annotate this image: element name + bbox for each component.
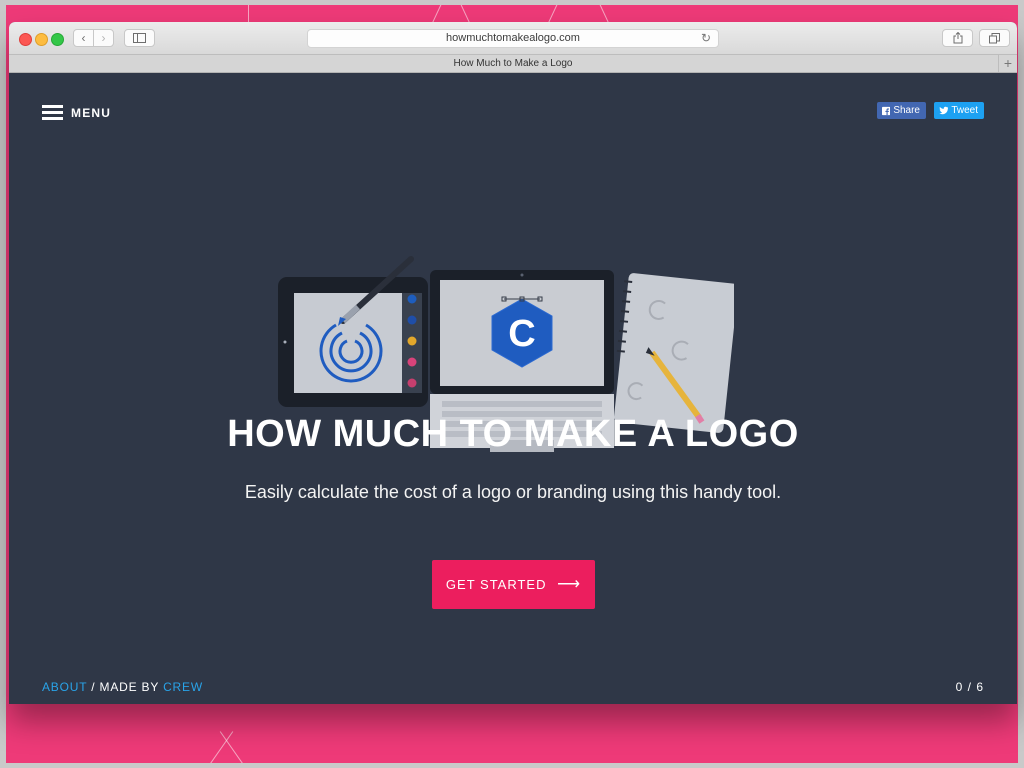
address-bar[interactable]: howmuchtomakealogo.com ↻	[307, 29, 719, 48]
share-icon	[953, 31, 962, 44]
logo-letter: C	[508, 313, 535, 355]
decorative-line	[595, 5, 610, 24]
url-text: howmuchtomakealogo.com	[446, 32, 580, 44]
menu-button[interactable]: MENU	[42, 104, 111, 122]
share-page-button[interactable]	[942, 29, 973, 47]
get-started-button[interactable]: GET STARTED ⟶	[432, 560, 595, 609]
chevron-right-icon: ›	[101, 31, 106, 45]
arrow-right-icon: ⟶	[557, 576, 582, 593]
browser-toolbar: ‹ › howmuchtomakealogo.com ↻	[9, 22, 1017, 54]
notebook-illustration	[613, 273, 734, 433]
made-by-text: / MADE BY	[91, 680, 159, 694]
close-window-button[interactable]	[19, 33, 32, 46]
minimize-window-button[interactable]	[35, 33, 48, 46]
decorative-line	[219, 731, 250, 763]
decorative-line	[547, 5, 562, 24]
tablet-illustration	[278, 256, 428, 407]
reload-icon[interactable]: ↻	[701, 30, 711, 47]
decorative-line	[431, 5, 446, 24]
forward-button[interactable]: ›	[93, 29, 114, 47]
step-counter: 0 / 6	[955, 680, 984, 694]
share-label: Share	[893, 105, 920, 116]
sidebar-icon	[133, 33, 146, 43]
browser-window: ‹ › howmuchtomakealogo.com ↻ How Much to…	[9, 22, 1017, 704]
hamburger-icon	[42, 105, 63, 121]
chevron-left-icon: ‹	[81, 31, 86, 45]
facebook-icon	[882, 106, 891, 115]
get-started-label: GET STARTED	[445, 577, 547, 592]
page-title: HOW MUCH TO MAKE A LOGO	[227, 413, 799, 455]
sidebar-toggle-button[interactable]	[124, 29, 155, 47]
tweet-button[interactable]: Tweet	[934, 102, 984, 119]
footer-links: ABOUT / MADE BY CREW	[42, 680, 203, 694]
about-link[interactable]: ABOUT	[42, 680, 87, 694]
page-content: MENU Share Tweet C HOW MUCH TO MAKE A LO…	[9, 73, 1017, 704]
decorative-line	[456, 5, 471, 24]
menu-label: MENU	[71, 106, 112, 120]
zoom-window-button[interactable]	[51, 33, 64, 46]
crew-link[interactable]: CREW	[163, 680, 203, 694]
decorative-line	[203, 731, 234, 763]
tweet-label: Tweet	[951, 105, 978, 116]
new-tab-button[interactable]: +	[998, 55, 1017, 72]
facebook-share-button[interactable]: Share	[877, 102, 926, 119]
back-button[interactable]: ‹	[73, 29, 94, 47]
tabs-overview-button[interactable]	[979, 29, 1010, 47]
tab-bar: How Much to Make a Logo +	[9, 54, 1017, 73]
page-subtitle: Easily calculate the cost of a logo or b…	[244, 482, 782, 502]
tab-title[interactable]: How Much to Make a Logo	[454, 58, 573, 69]
twitter-icon	[939, 106, 949, 115]
tabs-icon	[989, 33, 1000, 44]
